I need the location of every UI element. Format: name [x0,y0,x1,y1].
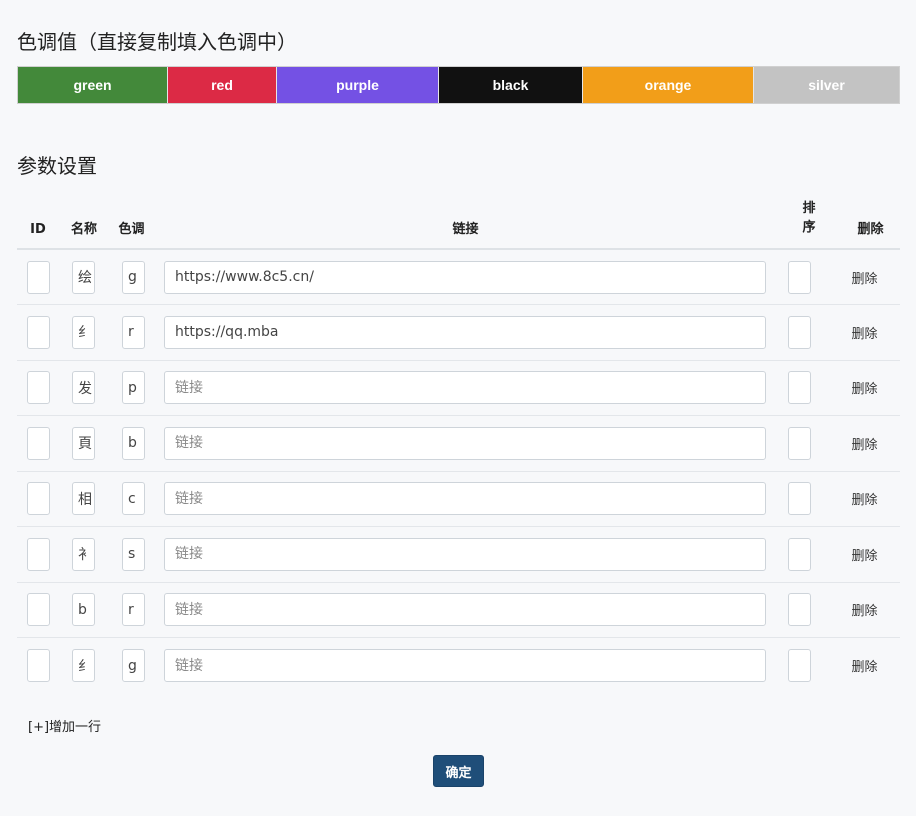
name-input[interactable] [72,482,95,516]
header-sort-line1: 排 [802,201,816,216]
swatch-silver[interactable]: silver [754,67,899,103]
delete-row-link[interactable]: 删除 [851,604,877,619]
params-section-title: 参数设置 [17,154,97,178]
delete-row-link[interactable]: 删除 [851,327,877,342]
params-header-row: ID 名称 色调 链接 排序 删除 [17,196,900,250]
id-input[interactable] [27,260,50,294]
swatch-black[interactable]: black [439,67,583,103]
link-input[interactable] [164,649,766,682]
color-input[interactable] [122,371,145,405]
header-sort-line2: 序 [802,220,816,235]
color-input[interactable] [122,593,145,627]
link-input[interactable] [164,371,766,405]
table-row: 删除 [17,304,900,361]
name-input[interactable] [72,260,95,294]
swatch-orange[interactable]: orange [583,67,754,103]
id-input[interactable] [27,482,50,516]
sort-input[interactable] [788,371,811,405]
swatch-purple[interactable]: purple [277,67,439,103]
color-swatch-bar: green red purple black orange silver [17,66,900,104]
header-sort: 排序 [777,196,841,250]
sort-input[interactable] [788,649,811,682]
link-input[interactable] [164,482,766,516]
name-input[interactable] [72,593,95,627]
table-row: 删除 [17,249,900,305]
header-name: 名称 [59,196,109,250]
color-input[interactable] [122,649,145,682]
sort-input[interactable] [788,260,811,294]
confirm-button[interactable]: 确定 [433,755,484,787]
header-id: ID [17,196,59,250]
sort-input[interactable] [788,482,811,516]
id-input[interactable] [27,649,50,682]
table-row: 删除 [17,415,900,472]
name-input[interactable] [72,537,95,571]
header-delete: 删除 [841,196,900,250]
delete-row-link[interactable]: 删除 [851,549,877,564]
delete-row-link[interactable]: 删除 [851,382,877,397]
sort-input[interactable] [788,593,811,627]
color-input[interactable] [122,482,145,516]
color-input[interactable] [122,426,145,460]
add-row-link[interactable]: [+]增加一行 [28,716,101,735]
sort-input[interactable] [788,315,811,349]
id-input[interactable] [27,315,50,349]
name-input[interactable] [72,315,95,349]
color-input[interactable] [122,315,145,349]
header-color: 色调 [109,196,154,250]
name-input[interactable] [72,371,95,405]
name-input[interactable] [72,426,95,460]
delete-row-link[interactable]: 删除 [851,660,877,675]
color-input[interactable] [122,260,145,294]
id-input[interactable] [27,537,50,571]
delete-row-link[interactable]: 删除 [851,438,877,453]
params-rows: 删除删除删除删除删除删除删除删除 [17,249,900,693]
link-input[interactable] [164,260,766,294]
link-input[interactable] [164,315,766,349]
name-input[interactable] [72,649,95,682]
link-input[interactable] [164,537,766,571]
link-input[interactable] [164,426,766,460]
id-input[interactable] [27,426,50,460]
link-input[interactable] [164,593,766,627]
swatch-red[interactable]: red [168,67,277,103]
table-row: 删除 [17,360,900,416]
sort-input[interactable] [788,537,811,571]
swatch-green[interactable]: green [18,67,168,103]
id-input[interactable] [27,371,50,405]
header-link: 链接 [154,196,777,250]
delete-row-link[interactable]: 删除 [851,493,877,508]
delete-row-link[interactable]: 删除 [851,272,877,287]
sort-input[interactable] [788,426,811,460]
table-row: 删除 [17,471,900,527]
color-input[interactable] [122,537,145,571]
params-table: ID 名称 色调 链接 排序 删除 删除删除删除删除删除删除删除删除 [17,196,900,693]
color-section-title: 色调值（直接复制填入色调中） [17,30,297,54]
table-row: 删除 [17,638,900,694]
table-row: 删除 [17,526,900,583]
table-row: 删除 [17,582,900,638]
id-input[interactable] [27,593,50,627]
